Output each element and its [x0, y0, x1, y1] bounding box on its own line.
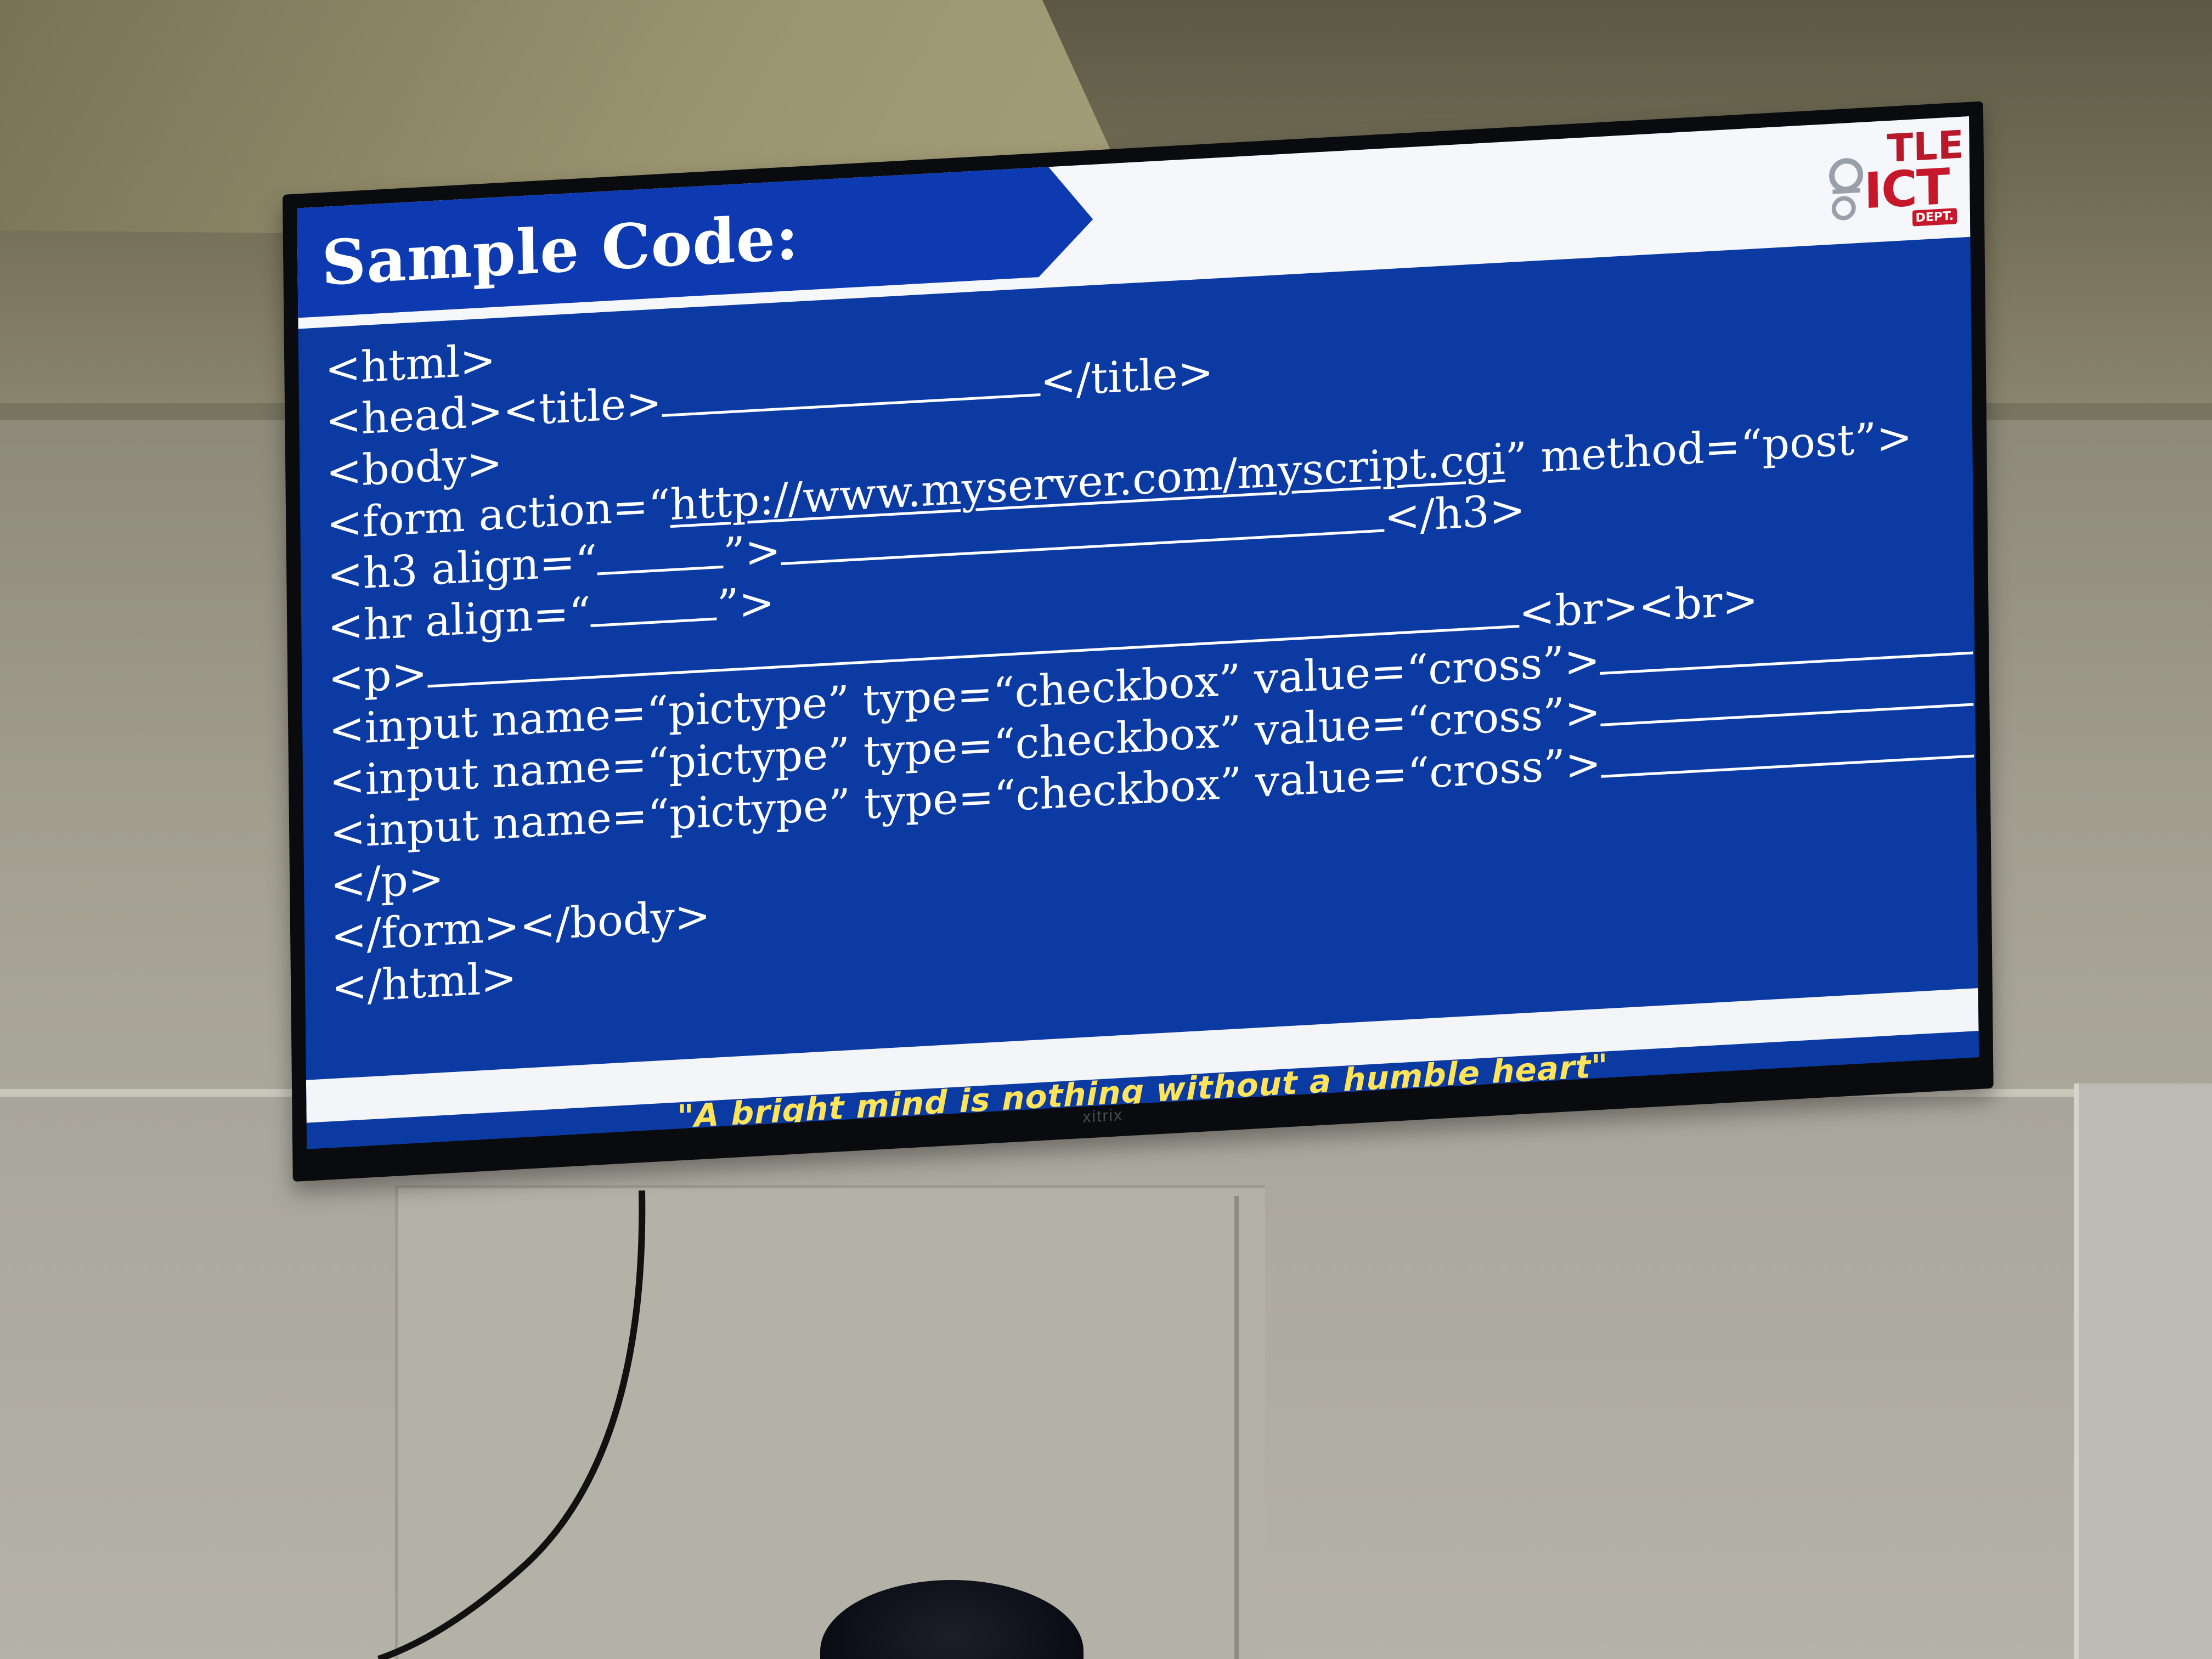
code-text: <html> [324, 335, 496, 394]
code-text: </h3> [1384, 485, 1526, 543]
right-wall-board [2074, 1084, 2212, 1659]
code-text: </title> [1040, 347, 1214, 407]
code-text: ”> [723, 526, 781, 579]
code-text: </html> [331, 953, 517, 1013]
fill-in-blank [596, 531, 724, 575]
tv-brand: xitrix [1082, 1105, 1124, 1126]
logo-dept-text: DEPT. [1912, 208, 1957, 227]
code-text: <p> [328, 648, 428, 704]
wall-board [395, 1185, 1265, 1659]
code-text: <body> [325, 438, 503, 498]
wall-seam [1234, 1196, 1239, 1659]
fill-in-blank [590, 583, 718, 628]
television: xitrix Sample Code: TLE ICT DEPT. <html>… [283, 101, 1994, 1182]
classroom-scene: xitrix Sample Code: TLE ICT DEPT. <html>… [0, 0, 2212, 1659]
code-text: ”> [716, 578, 775, 631]
presentation-slide: Sample Code: TLE ICT DEPT. <html> <head>… [297, 116, 1979, 1149]
code-block: <html> <head><title></title> <body> <for… [324, 255, 1974, 1014]
tle-ict-logo: TLE ICT DEPT. [1821, 122, 1965, 239]
code-text: </p> [330, 854, 444, 910]
